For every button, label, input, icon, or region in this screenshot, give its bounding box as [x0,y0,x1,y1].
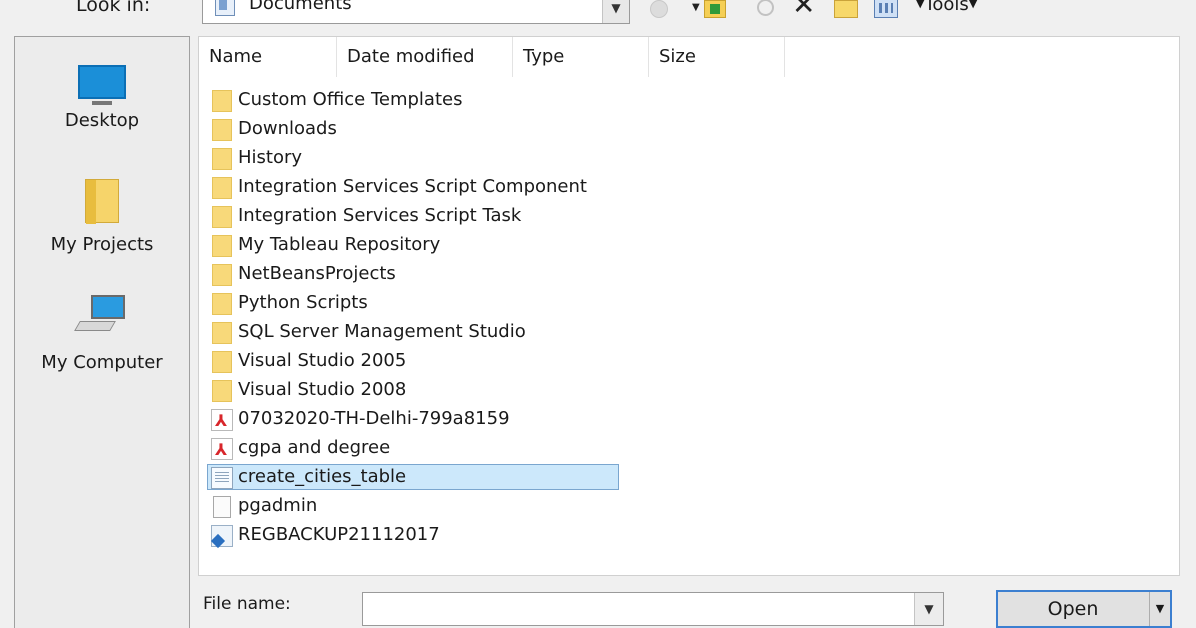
chevron-down-icon[interactable]: ▼ [602,0,629,23]
folder-icon [85,179,119,224]
sql-file-icon [211,467,233,489]
file-name: 07032020-TH-Delhi-799a8159 [238,408,510,429]
file-row[interactable]: NetBeansProjects [207,261,619,287]
file-name: SQL Server Management Studio [238,321,526,342]
look-in-value: Documents [249,0,352,14]
file-row[interactable]: 07032020-TH-Delhi-799a8159 [207,406,619,434]
folder-icon [212,351,232,373]
file-name: Custom Office Templates [238,89,463,110]
look-in-dropdown[interactable]: Documents ▼ [202,0,630,24]
file-name: My Tableau Repository [238,234,441,255]
delete-icon[interactable]: ✕ [792,0,818,20]
open-dropdown-icon[interactable]: ▼ [1149,592,1170,626]
file-name-input[interactable]: ▼ [362,592,944,626]
file-row[interactable]: SQL Server Management Studio [207,319,619,345]
file-row[interactable]: Custom Office Templates [207,87,619,113]
file-name: Visual Studio 2005 [238,350,407,371]
file-name: REGBACKUP21112017 [238,524,440,545]
place-my-projects[interactable]: My Projects [15,179,189,255]
registry-file-icon [211,525,233,547]
file-row[interactable]: Integration Services Script Task [207,203,619,229]
file-row[interactable]: Integration Services Script Component [207,174,619,200]
column-headers: Name Date modified Type Size [199,37,1179,77]
file-row[interactable]: create_cities_table [207,464,619,490]
folder-icon [212,293,232,315]
file-list[interactable]: Name Date modified Type Size Custom Offi… [198,36,1180,576]
tools-menu-button[interactable]: ▼Tools▼ [916,0,977,15]
file-row[interactable]: History [207,145,619,171]
column-header-type[interactable]: Type [513,37,649,77]
new-folder-icon[interactable] [832,0,860,22]
up-folder-icon[interactable]: ▼ [690,0,734,22]
column-header-name[interactable]: Name [199,37,337,77]
documents-folder-icon [215,0,235,16]
tools-dropdown-icon: ▼ [968,0,978,10]
desktop-icon [78,65,126,105]
file-name: Python Scripts [238,292,368,313]
file-name: cgpa and degree [238,437,391,458]
file-name: History [238,147,303,168]
look-in-label: Look in: [76,0,151,16]
file-name-label: File name: [203,594,291,614]
file-name: NetBeansProjects [238,263,396,284]
open-button-label: Open [1047,598,1099,620]
file-row[interactable]: pgadmin [207,493,619,519]
place-desktop[interactable]: Desktop [15,65,189,131]
chevron-down-icon[interactable]: ▼ [914,593,943,625]
place-label: Desktop [64,110,140,131]
place-label: My Projects [50,234,154,255]
file-row[interactable]: Python Scripts [207,290,619,316]
folder-icon [212,264,232,286]
places-bar: Desktop My Projects My Computer [14,36,190,628]
file-icon [213,496,231,518]
tools-label: Tools [924,0,969,15]
column-header-date-modified[interactable]: Date modified [337,37,513,77]
computer-icon [77,295,127,341]
file-row[interactable]: cgpa and degree [207,435,619,463]
back-icon[interactable] [648,0,672,22]
file-name: Integration Services Script Component [238,176,587,197]
file-name: Integration Services Script Task [238,205,522,226]
folder-icon [212,148,232,170]
toolbar: Look in: Documents ▼ ▼ ✕ ▼Tools▼ [0,0,1196,30]
views-icon[interactable] [872,0,902,22]
file-name: pgadmin [238,495,318,516]
folder-icon [212,322,232,344]
file-name: create_cities_table [238,466,407,487]
folder-icon [212,177,232,199]
folder-icon [212,90,232,112]
search-web-icon[interactable] [754,0,782,22]
folder-icon [212,380,232,402]
pdf-file-icon [211,437,233,463]
file-row[interactable]: Visual Studio 2005 [207,348,619,374]
file-row[interactable]: Downloads [207,116,619,142]
file-row[interactable]: REGBACKUP21112017 [207,522,619,548]
folder-icon [212,119,232,141]
file-row[interactable]: My Tableau Repository [207,232,619,258]
file-name: Downloads [238,118,337,139]
file-row[interactable]: Visual Studio 2008 [207,377,619,403]
place-label: My Computer [41,352,163,373]
folder-icon [212,206,232,228]
open-button[interactable]: Open ▼ [996,590,1172,628]
pdf-file-icon [211,408,233,434]
place-my-computer[interactable]: My Computer [15,295,189,373]
column-header-size[interactable]: Size [649,37,785,77]
file-name: Visual Studio 2008 [238,379,407,400]
folder-icon [212,235,232,257]
